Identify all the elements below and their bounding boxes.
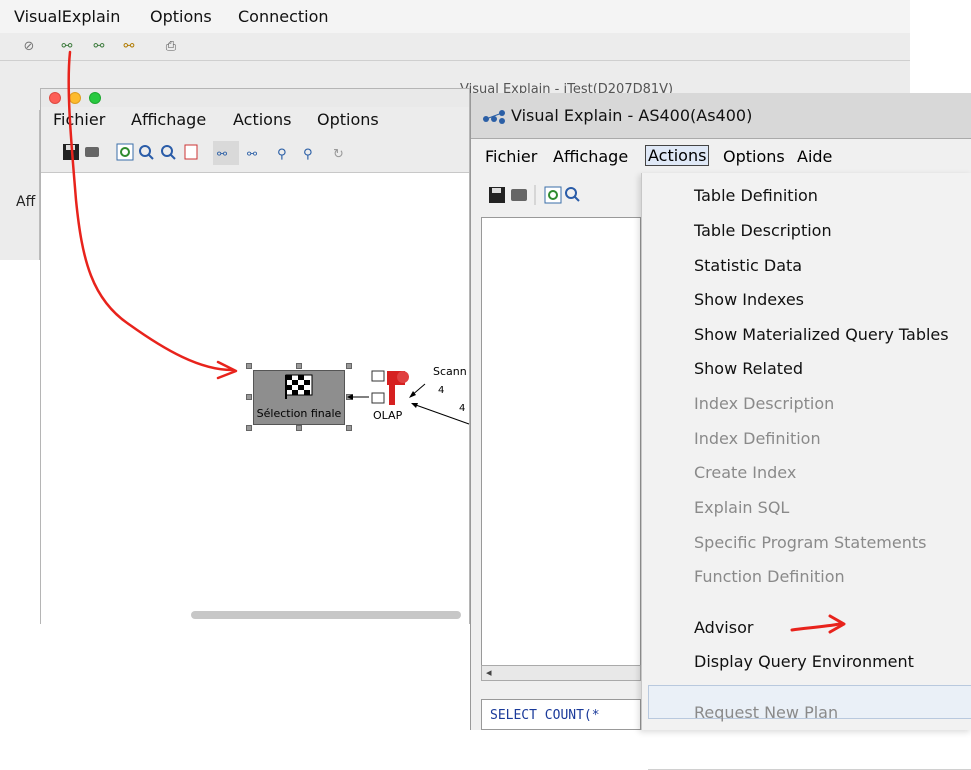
annotation-arrow-to-final-selection	[67, 50, 234, 372]
annotation-arrows	[67, 50, 846, 634]
